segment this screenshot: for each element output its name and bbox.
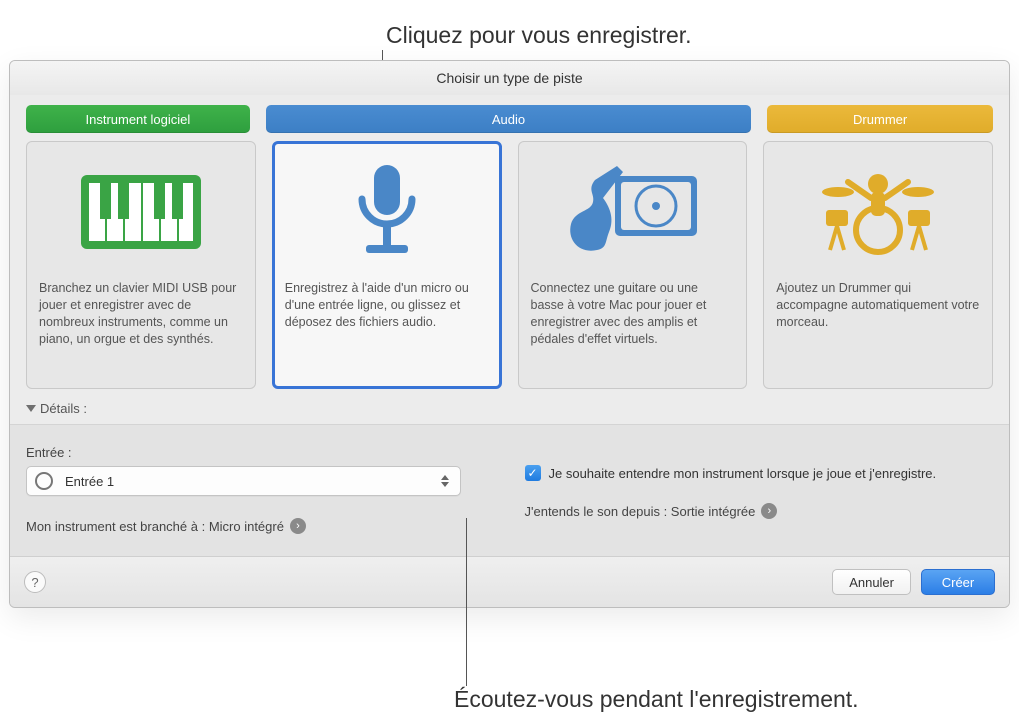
microphone-icon [285,152,489,272]
guitar-amp-icon [531,152,735,272]
input-channel-icon [35,472,53,490]
help-button[interactable]: ? [24,571,46,593]
keyboard-icon [39,152,243,272]
details-label: Détails : [40,401,87,416]
output-text: J'entends le son depuis : Sortie intégré… [525,504,756,519]
card-audio-mic[interactable]: Enregistrez à l'aide d'un micro ou d'une… [272,141,502,389]
card-drummer[interactable]: Ajoutez un Drummer qui accompagne automa… [763,141,993,389]
callout-line-bottom [466,518,467,686]
monitoring-label: Je souhaite entendre mon instrument lors… [549,466,937,481]
tab-software-instrument[interactable]: Instrument logiciel [26,105,250,133]
card-drummer-description: Ajoutez un Drummer qui accompagne automa… [776,280,980,331]
dialog-title: Choisir un type de piste [10,61,1009,95]
card-software-description: Branchez un clavier MIDI USB pour jouer … [39,280,243,348]
callout-monitor: Écoutez-vous pendant l'enregistrement. [454,686,859,713]
track-type-tabs: Instrument logiciel Audio Drummer [10,95,1009,141]
input-select[interactable]: Entrée 1 [26,466,461,496]
card-software-instrument[interactable]: Branchez un clavier MIDI USB pour jouer … [26,141,256,389]
instrument-connection-text: Mon instrument est branché à : Micro int… [26,519,284,534]
callout-record: Cliquez pour vous enregistrer. [386,22,692,49]
card-mic-description: Enregistrez à l'aide d'un micro ou d'une… [285,280,489,331]
cancel-button[interactable]: Annuler [832,569,911,595]
card-audio-guitar[interactable]: Connectez une guitare ou une basse à vot… [518,141,748,389]
track-type-cards: Branchez un clavier MIDI USB pour jouer … [10,141,1009,399]
details-disclosure[interactable]: Détails : [10,399,1009,425]
dialog-footer: ? Annuler Créer [10,557,1009,607]
output-link[interactable]: J'entends le son depuis : Sortie intégré… [525,503,994,519]
drummer-icon [776,152,980,272]
instrument-connection-link[interactable]: Mon instrument est branché à : Micro int… [26,518,495,534]
card-guitar-description: Connectez une guitare ou une basse à vot… [531,280,735,348]
input-label: Entrée : [26,445,495,460]
input-select-value: Entrée 1 [65,474,438,489]
tab-audio[interactable]: Audio [266,105,751,133]
new-track-dialog: Choisir un type de piste Instrument logi… [9,60,1010,608]
monitoring-checkbox[interactable]: ✓ [525,465,541,481]
arrow-right-icon: › [761,503,777,519]
tab-drummer[interactable]: Drummer [767,105,993,133]
details-panel: Entrée : Entrée 1 Mon instrument est bra… [10,425,1009,557]
create-button[interactable]: Créer [921,569,995,595]
checkmark-icon: ✓ [527,467,537,479]
chevron-down-icon [26,405,36,412]
updown-caret-icon [438,471,452,491]
arrow-right-icon: › [290,518,306,534]
